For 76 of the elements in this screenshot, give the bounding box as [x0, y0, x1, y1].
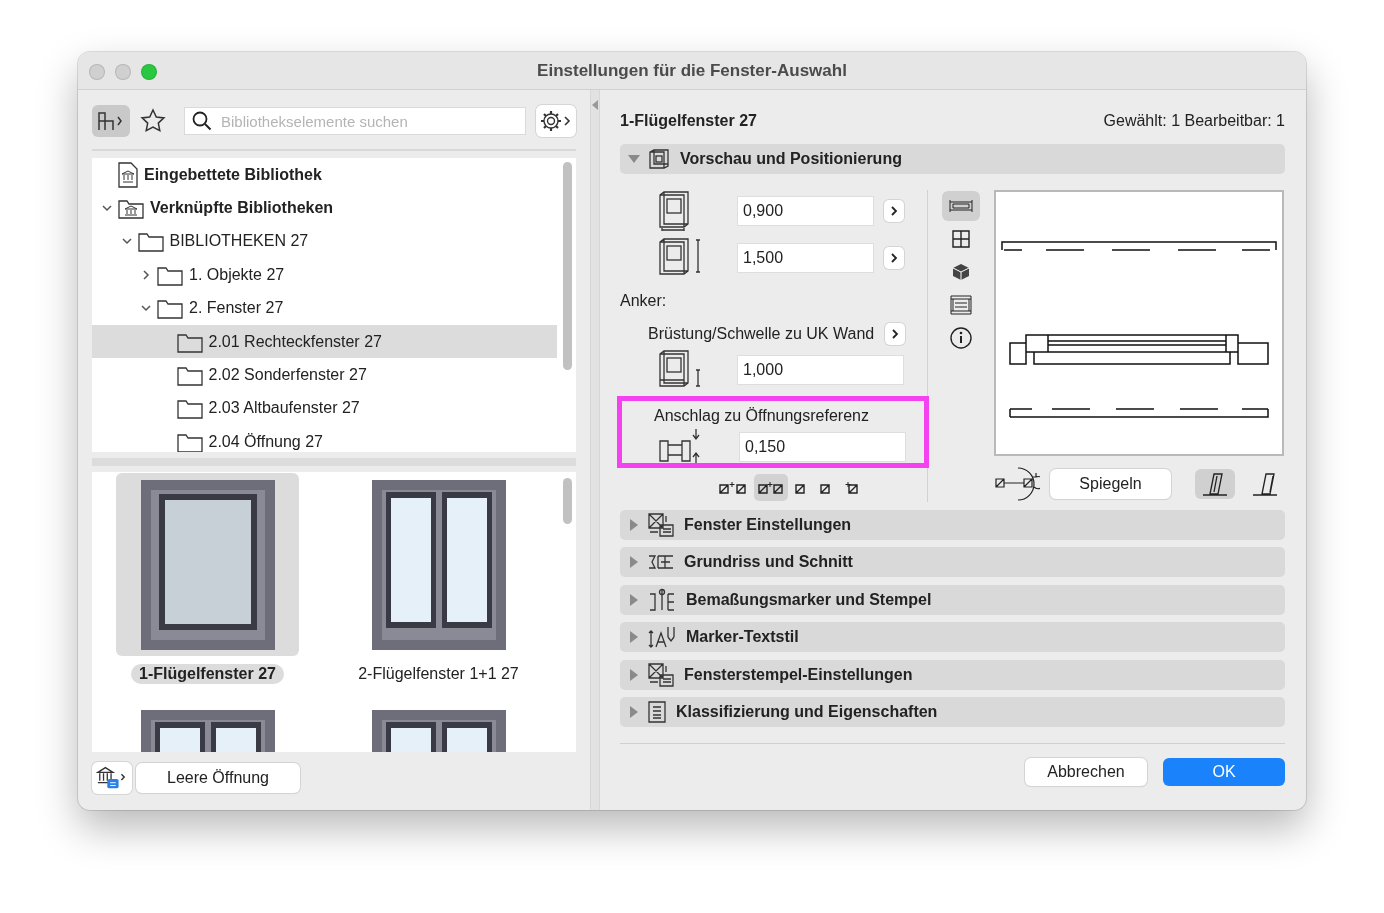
settings-button[interactable]	[536, 105, 576, 137]
opening-side-button[interactable]	[1195, 468, 1235, 499]
reveal-field[interactable]: 0,150	[740, 432, 905, 461]
options-button[interactable]	[884, 200, 904, 223]
tree-item[interactable]: Verknüpfte Bibliotheken	[92, 191, 557, 225]
library-list-icon	[96, 765, 128, 791]
scrollbar-thumb[interactable]	[563, 478, 572, 524]
sill-label: Brüstung/Schwelle zu UK Wand	[647, 324, 875, 343]
sill-field[interactable]: 1,000	[738, 356, 903, 385]
object-type-button[interactable]	[92, 105, 130, 137]
section-header[interactable]: Vorschau und Positionierung	[620, 144, 1285, 174]
folder-icon	[157, 297, 183, 320]
scrollbar-thumb[interactable]	[563, 162, 572, 370]
window-settings-icon	[648, 662, 674, 687]
star-icon[interactable]	[140, 108, 166, 134]
tree-item[interactable]: 2.03 Altbaufenster 27	[92, 391, 557, 426]
dimension-marker-icon	[648, 587, 676, 612]
chevron-right-icon	[891, 328, 900, 339]
window-settings-icon	[648, 512, 674, 537]
options-button[interactable]	[884, 247, 904, 270]
floor-plan-icon	[648, 552, 674, 572]
folder-icon	[176, 364, 203, 387]
section-view-icon	[950, 294, 972, 315]
library-document-icon	[118, 161, 138, 188]
section-header[interactable]: Grundriss und Schnitt	[620, 547, 1285, 577]
folder-icon	[137, 230, 164, 253]
folder-icon	[176, 397, 203, 420]
section-header[interactable]: Fensterstempel-Einstellungen	[620, 659, 1285, 690]
object-label: 2-Flügelfenster 1+1 27	[357, 664, 520, 684]
tree-item[interactable]: 2.04 Öffnung 27	[92, 425, 557, 452]
object-name: 1-Flügelfenster 27	[620, 112, 757, 130]
chevron-right-icon	[890, 253, 898, 264]
tree-item[interactable]: 1. Objekte 27	[92, 258, 557, 292]
object-label: 1-Flügelfenster 27	[131, 664, 284, 684]
text-style-icon	[648, 625, 676, 649]
selection-info: Gewählt: 1 Bearbeitbar: 1	[1103, 112, 1285, 130]
tree-item[interactable]: BIBLIOTHEKEN 27	[92, 224, 557, 259]
search-icon	[192, 111, 212, 131]
cancel-button[interactable]: Abbrechen	[1025, 757, 1147, 786]
window-title: Einstellungen für die Fenster-Auswahl	[537, 60, 847, 81]
reveal-label: Anschlag zu Öffnungsreferenz	[653, 406, 869, 425]
library-folder-icon	[118, 197, 144, 220]
document-icon	[648, 701, 666, 723]
empty-opening-button[interactable]: Leere Öffnung	[136, 763, 300, 793]
anchor-label: Anker:	[620, 292, 667, 311]
reveal-option-icon	[844, 481, 859, 495]
search-field[interactable]: Bibliothekselemente suchen	[184, 107, 526, 135]
section-header[interactable]: Bemaßungsmarker und Stempel	[620, 584, 1285, 615]
section-header[interactable]: Klassifizierung und Eigenschaften	[620, 697, 1285, 727]
window-grid-icon	[952, 229, 970, 248]
object-thumbnail[interactable]	[116, 473, 299, 656]
ok-button[interactable]: OK	[1163, 757, 1285, 786]
reveal-option-button[interactable]	[753, 474, 788, 502]
info-icon	[950, 326, 972, 349]
window-side-icon	[1202, 471, 1228, 496]
section-header[interactable]: Fenster Einstellungen	[620, 509, 1285, 540]
cube-icon	[952, 262, 970, 281]
tree-item[interactable]: 2.01 Rechteckfenster 27	[92, 324, 557, 359]
settings-icon	[540, 109, 572, 133]
window-frame-icon	[648, 148, 670, 170]
tree-item[interactable]: 2.02 Sonderfenster 27	[92, 358, 557, 392]
reveal-option-icon	[757, 481, 784, 495]
tree-item[interactable]: Eingebettete Bibliothek	[92, 158, 557, 192]
tree-item[interactable]: 2. Fenster 27	[92, 291, 557, 325]
chevron-icon[interactable]	[140, 268, 152, 281]
chevron-right-icon	[890, 206, 898, 217]
mirror-icon[interactable]	[994, 466, 1040, 501]
window-side-icon	[1252, 471, 1278, 496]
plan-view-icon	[949, 198, 973, 213]
options-button[interactable]	[885, 322, 906, 345]
mirror-button[interactable]: Spiegeln	[1050, 468, 1171, 499]
width-field[interactable]: 0,900	[738, 197, 873, 226]
reveal-option-icon	[718, 481, 747, 495]
library-manager-button[interactable]	[92, 762, 132, 794]
section-header[interactable]: Marker-Textstil	[620, 622, 1285, 652]
height-field[interactable]: 1,500	[738, 244, 873, 273]
